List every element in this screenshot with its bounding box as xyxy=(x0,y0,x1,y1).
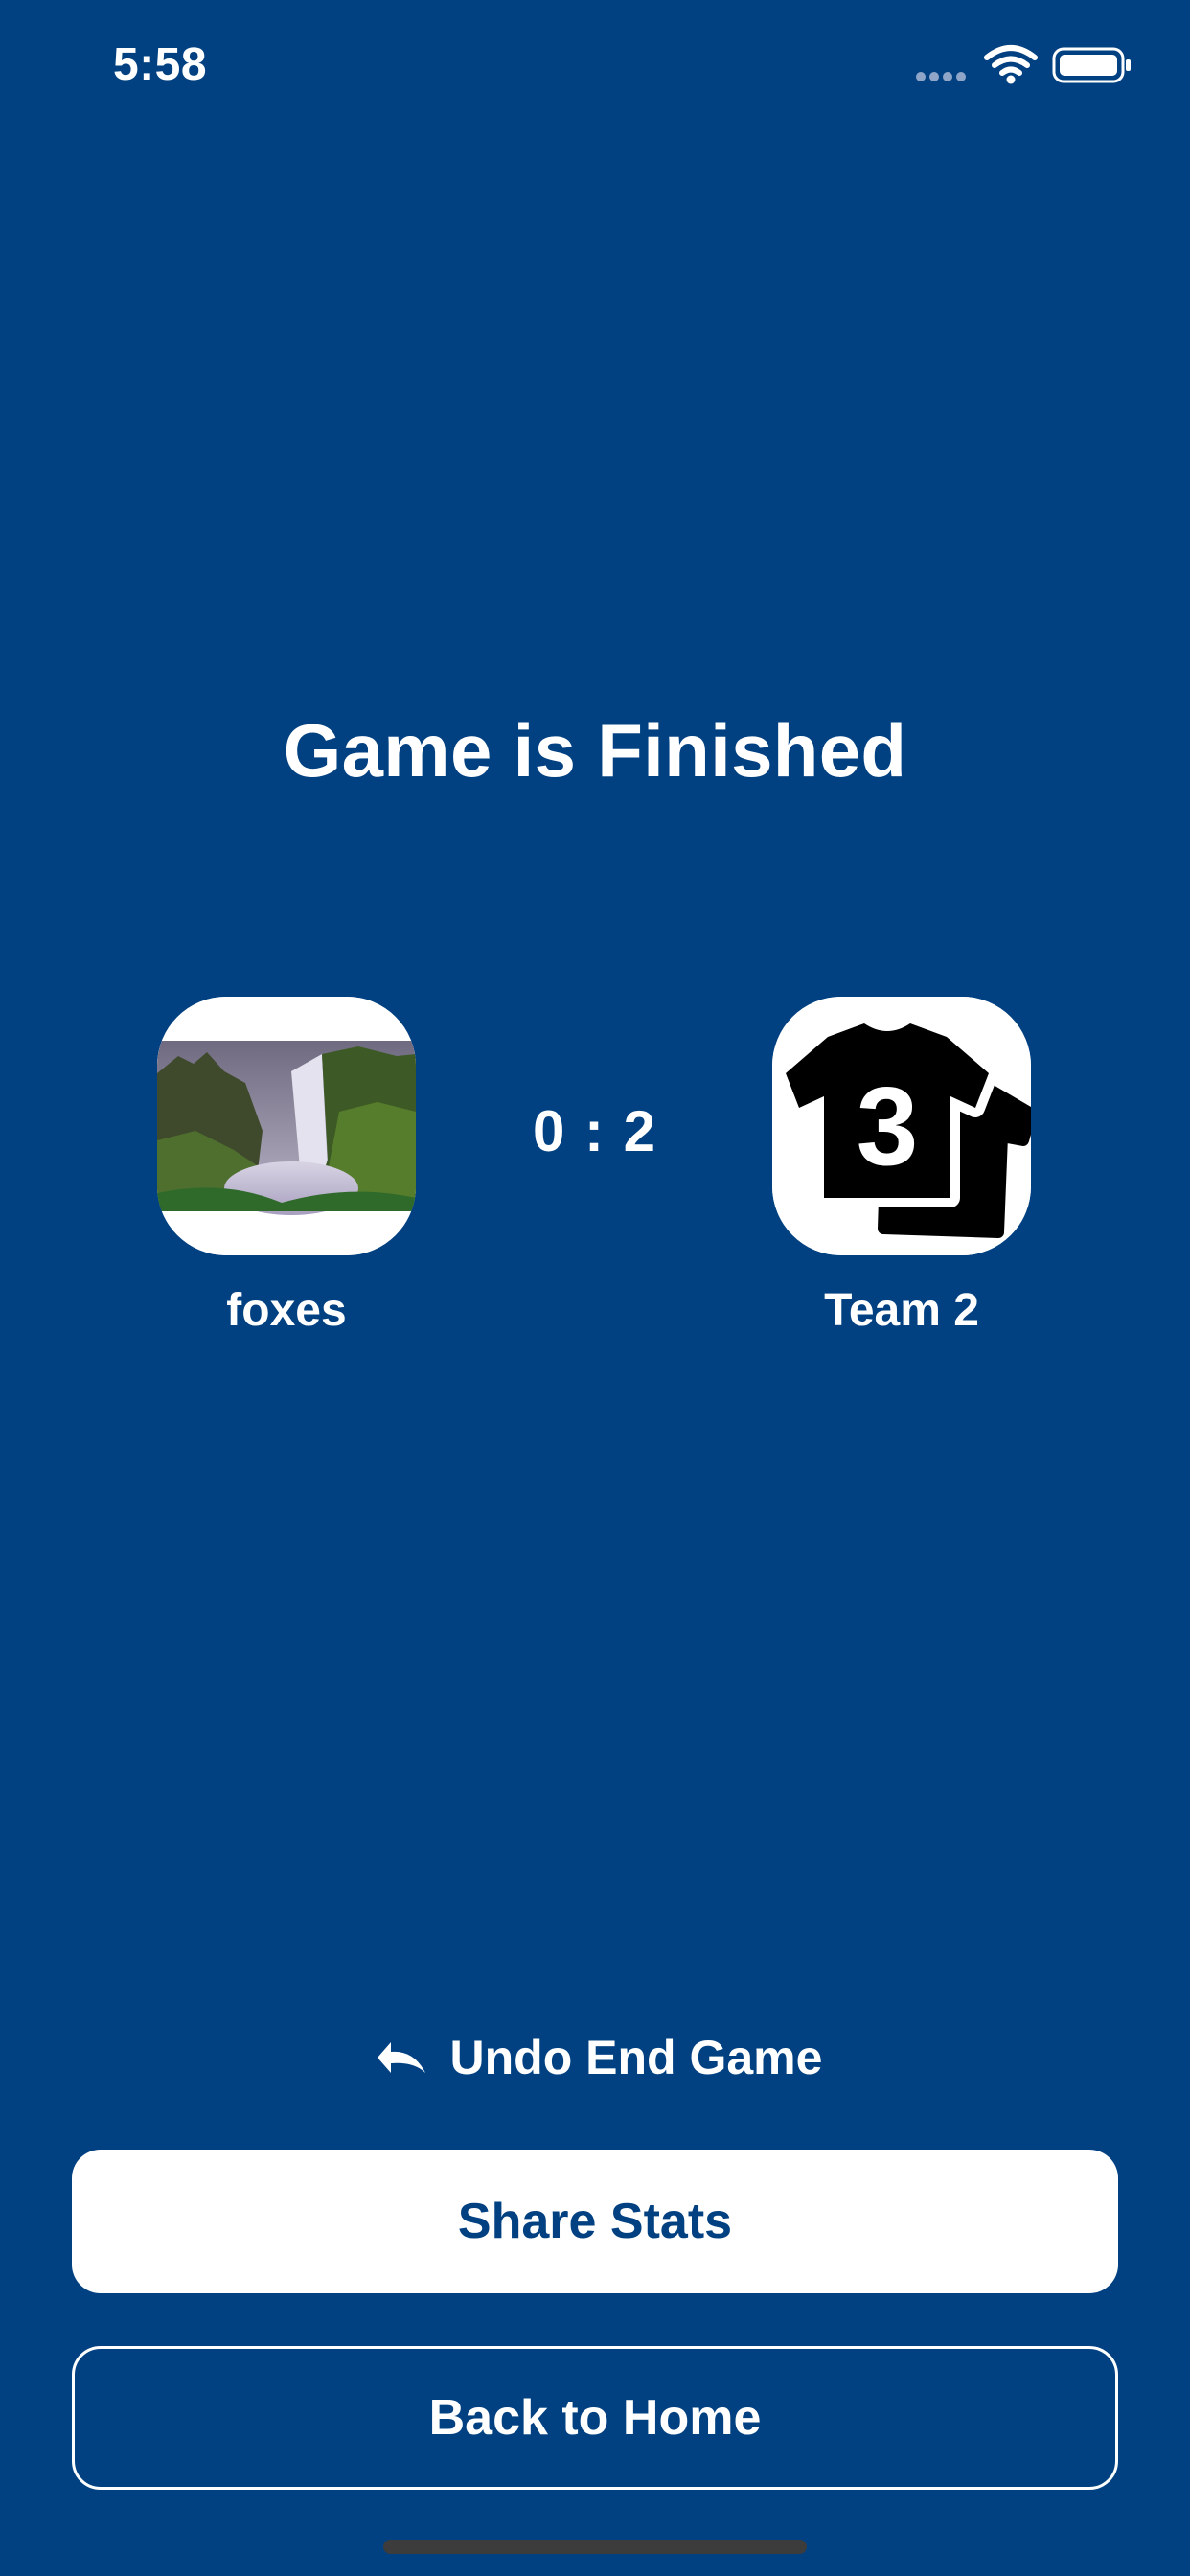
page-title: Game is Finished xyxy=(283,708,907,793)
home-team-logo xyxy=(157,997,416,1255)
undo-arrow-icon xyxy=(377,2042,425,2073)
undo-end-game-button[interactable]: Undo End Game xyxy=(0,2030,1190,2085)
cellular-signal-icon xyxy=(916,72,966,81)
undo-end-game-label: Undo End Game xyxy=(449,2031,823,2084)
away-team-logo: 3 xyxy=(772,997,1031,1255)
status-time: 5:58 xyxy=(113,39,208,90)
wifi-icon xyxy=(984,45,1038,76)
jersey-number: 3 xyxy=(857,1064,919,1188)
share-stats-button[interactable]: Share Stats xyxy=(72,2150,1118,2293)
score-display: 0 : 2 xyxy=(532,1099,658,1163)
battery-icon xyxy=(1052,47,1131,83)
status-icons-svg xyxy=(916,45,1131,84)
jersey-3-icon: 3 xyxy=(772,997,1031,1255)
home-indicator[interactable] xyxy=(383,2540,807,2554)
back-to-home-button[interactable]: Back to Home xyxy=(72,2346,1118,2490)
home-team-name: foxes xyxy=(226,1285,347,1336)
away-team-name: Team 2 xyxy=(824,1285,979,1336)
status-icons xyxy=(915,44,1135,86)
waterfall-photo xyxy=(157,997,416,1255)
